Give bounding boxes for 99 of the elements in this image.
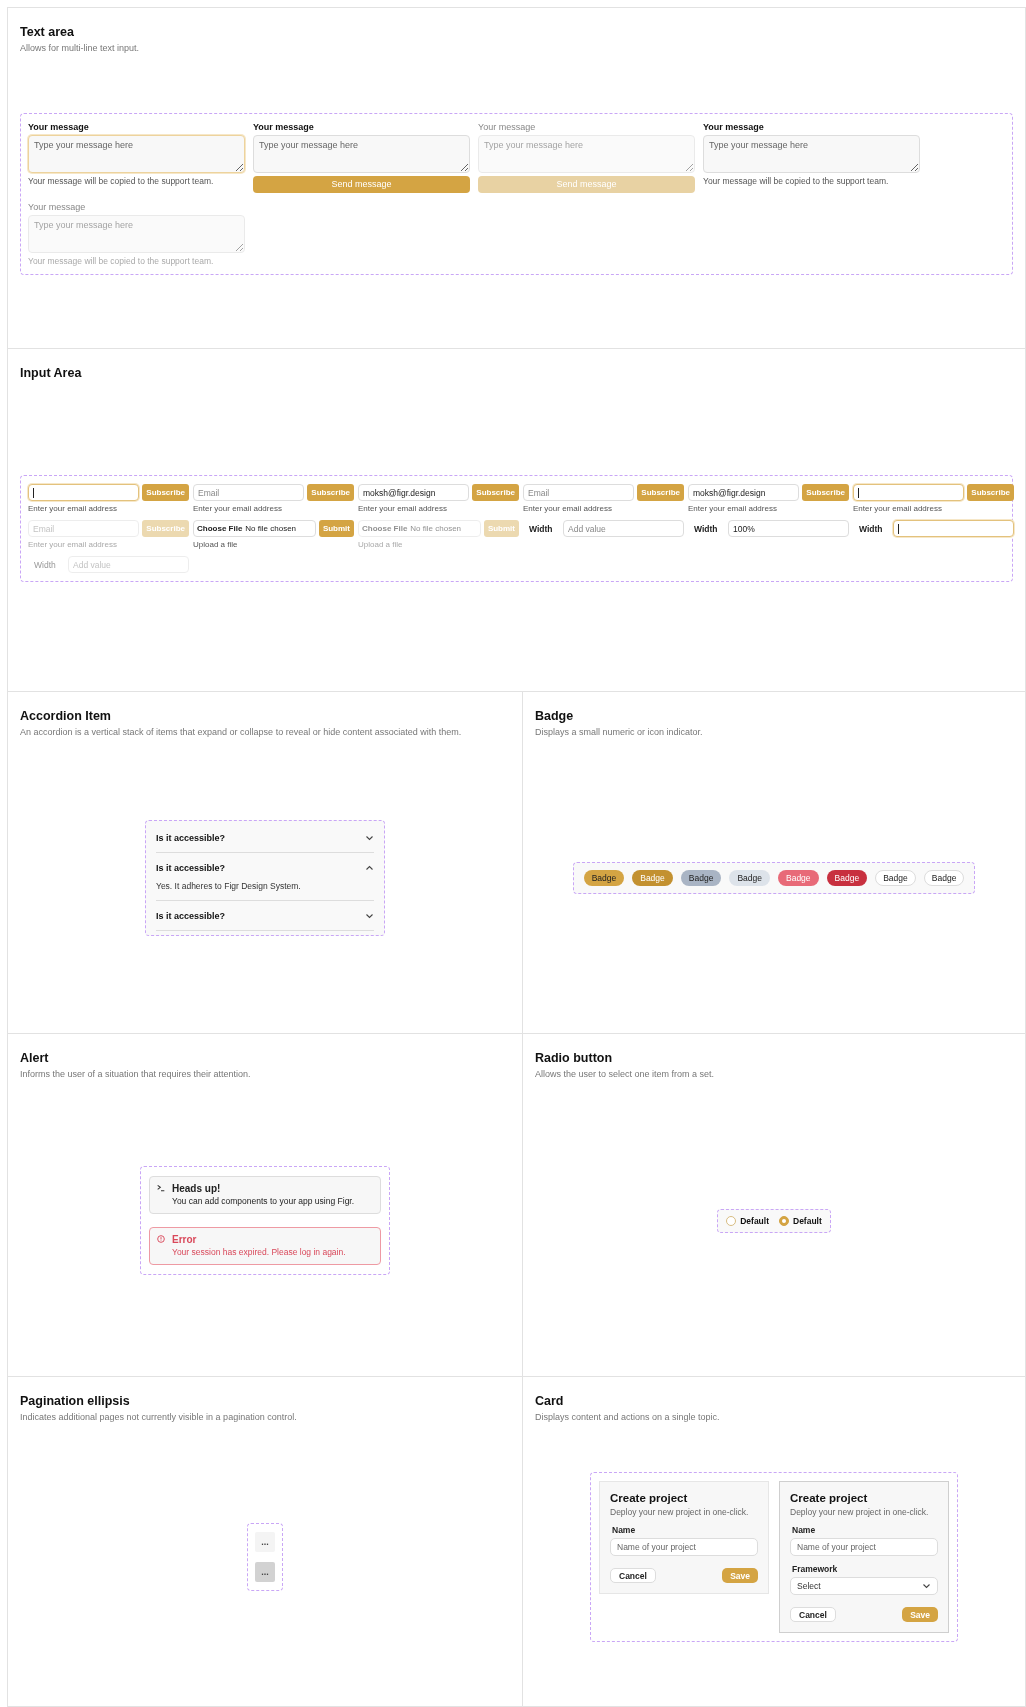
subscribe-button[interactable]: Subscribe bbox=[967, 484, 1014, 501]
message-field[interactable]: Type your message here bbox=[28, 134, 245, 173]
radio-circle[interactable] bbox=[779, 1215, 789, 1226]
field-label: Width bbox=[33, 559, 57, 570]
alert-circle-icon bbox=[157, 1235, 165, 1243]
radio-option[interactable]: Default bbox=[726, 1215, 769, 1226]
ellipsis-button[interactable]: ... bbox=[255, 1532, 275, 1552]
email-field[interactable]: Email bbox=[523, 484, 635, 501]
project-name-field[interactable]: Name of your project bbox=[790, 1538, 938, 1556]
cancel-button[interactable]: Cancel bbox=[790, 1607, 836, 1622]
field-label: Width bbox=[693, 523, 719, 534]
email-field[interactable]: moksh@figr.design bbox=[358, 484, 470, 501]
message-field[interactable]: Type your message here bbox=[703, 134, 920, 173]
alert-title: Heads up! bbox=[172, 1183, 222, 1194]
helper-text: Enter your email address bbox=[28, 504, 118, 513]
helper-text: Enter your email address bbox=[358, 504, 448, 513]
helper-text: Your message will be copied to the support team. bbox=[703, 175, 890, 186]
badge: Badge bbox=[778, 869, 819, 887]
field-label: Your message bbox=[28, 121, 90, 132]
project-name-field[interactable]: Name of your project bbox=[610, 1538, 758, 1556]
message-field[interactable]: Type your message here bbox=[253, 134, 470, 173]
helper-text: Upload a file bbox=[358, 540, 404, 549]
subscribe-button[interactable]: Subscribe bbox=[307, 484, 354, 501]
email-field[interactable] bbox=[28, 484, 140, 501]
card-title: Create project bbox=[610, 1492, 689, 1504]
field-label: Your message bbox=[703, 121, 765, 132]
framework-select[interactable]: Select bbox=[790, 1577, 938, 1595]
card-title: Create project bbox=[790, 1492, 869, 1504]
badge: Badge bbox=[923, 869, 965, 887]
helper-text: Your message will be copied to the support team. bbox=[28, 175, 215, 186]
email-field[interactable]: Email bbox=[193, 484, 305, 501]
field-label: Name bbox=[792, 1525, 817, 1535]
email-field[interactable]: moksh@figr.design bbox=[688, 484, 800, 501]
subscribe-button[interactable]: Subscribe bbox=[472, 484, 519, 501]
alert-message: Your session has expired. Please log in again. bbox=[172, 1247, 346, 1257]
terminal-icon bbox=[157, 1184, 165, 1192]
accordion-content: Yes. It adheres to Figr Design System. bbox=[156, 881, 302, 891]
badge: Badge bbox=[875, 869, 916, 887]
accordion-trigger[interactable]: Is it accessible? bbox=[156, 833, 374, 843]
subscribe-button[interactable]: Subscribe bbox=[142, 484, 189, 501]
section-description: An accordion is a vertical stack of items that expand or collapse to reveal or hide content associated with them. bbox=[20, 727, 463, 737]
accordion-trigger[interactable]: Is it accessible? bbox=[156, 911, 374, 921]
email-field[interactable] bbox=[853, 484, 965, 501]
section-title: Card bbox=[535, 1394, 565, 1408]
chevron-icon bbox=[365, 865, 374, 871]
subscribe-button[interactable]: Subscribe bbox=[637, 484, 684, 501]
send-message-button[interactable]: Send message bbox=[253, 175, 470, 193]
radio-option[interactable]: Default bbox=[779, 1215, 822, 1226]
section-title: Accordion Item bbox=[20, 709, 112, 723]
card-description: Deploy your new project in one-click. bbox=[790, 1507, 930, 1517]
alert-message: You can add components to your app using Figr. bbox=[172, 1196, 355, 1206]
helper-text: Enter your email address bbox=[193, 504, 283, 513]
field-label: Your message bbox=[253, 121, 315, 132]
section-description: Displays content and actions on a single topic. bbox=[535, 1412, 721, 1422]
width-field[interactable] bbox=[893, 520, 1014, 537]
section-title: Badge bbox=[535, 709, 575, 723]
badge: Badge bbox=[729, 869, 770, 887]
badge: Badge bbox=[583, 869, 625, 887]
submit-button[interactable]: Submit bbox=[318, 520, 354, 537]
helper-text: Enter your email address bbox=[28, 540, 118, 549]
field-label: Your message bbox=[28, 201, 87, 212]
chevron-icon bbox=[365, 835, 374, 841]
section-title: Radio button bbox=[535, 1051, 614, 1065]
badge: Badge bbox=[826, 869, 868, 887]
section-description: Allows for multi-line text input. bbox=[20, 43, 141, 53]
helper-text: Your message will be copied to the support team. bbox=[28, 255, 215, 266]
field-label: Framework bbox=[792, 1564, 839, 1574]
section-description: Informs the user of a situation that requires their attention. bbox=[20, 1069, 252, 1079]
radio-circle[interactable] bbox=[726, 1215, 737, 1226]
file-field[interactable]: Choose File No file chosen bbox=[193, 520, 316, 537]
badge: Badge bbox=[632, 869, 673, 887]
field-label: Name bbox=[612, 1525, 637, 1535]
card-description: Deploy your new project in one-click. bbox=[610, 1507, 750, 1517]
accordion-trigger[interactable]: Is it accessible? bbox=[156, 863, 374, 873]
helper-text: Enter your email address bbox=[688, 504, 778, 513]
field-label: Width bbox=[858, 523, 884, 534]
section-description: Allows the user to select one item from a set. bbox=[535, 1069, 716, 1079]
ellipsis-button[interactable]: ... bbox=[255, 1562, 275, 1582]
alert-title: Error bbox=[172, 1234, 198, 1245]
badge: Badge bbox=[680, 869, 722, 887]
save-button[interactable]: Save bbox=[902, 1607, 938, 1622]
section-title: Input Area bbox=[20, 366, 83, 380]
cancel-button[interactable]: Cancel bbox=[610, 1568, 656, 1583]
chevron-icon bbox=[365, 913, 374, 919]
width-field[interactable]: Add value bbox=[563, 520, 684, 537]
section-title: Pagination ellipsis bbox=[20, 1394, 131, 1408]
section-description: Indicates additional pages not currently visible in a pagination control. bbox=[20, 1412, 298, 1422]
width-field[interactable]: 100% bbox=[728, 520, 849, 537]
section-title: Alert bbox=[20, 1051, 50, 1065]
save-button[interactable]: Save bbox=[722, 1568, 758, 1583]
subscribe-button[interactable]: Subscribe bbox=[802, 484, 849, 501]
field-label: Width bbox=[528, 523, 554, 534]
section-title: Text area bbox=[20, 25, 75, 39]
field-label: Your message bbox=[478, 121, 537, 132]
chevron-icon bbox=[922, 1583, 931, 1589]
section-description: Displays a small numeric or icon indicator. bbox=[535, 727, 704, 737]
helper-text: Upload a file bbox=[193, 540, 239, 549]
helper-text: Enter your email address bbox=[523, 504, 613, 513]
helper-text: Enter your email address bbox=[853, 504, 943, 513]
